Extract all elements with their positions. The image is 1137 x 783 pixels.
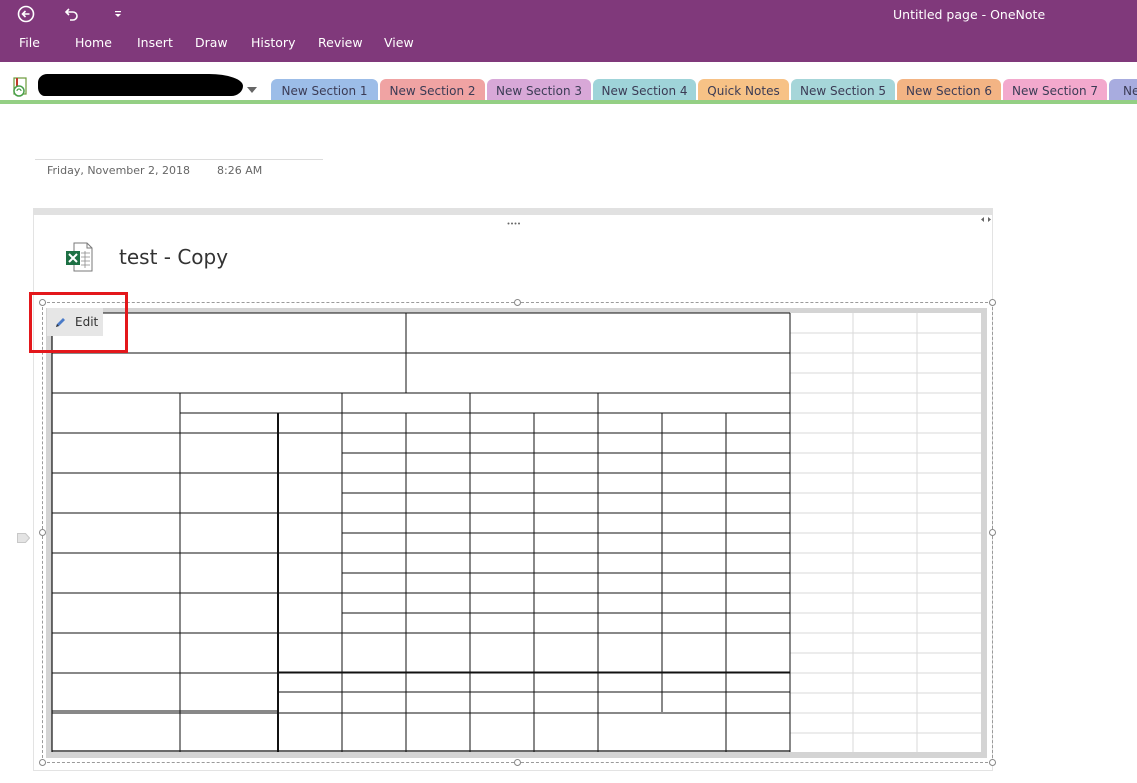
tab-quick-notes[interactable]: Quick Notes: [698, 79, 789, 100]
resize-handle-bottom[interactable]: [514, 759, 521, 766]
page-date: Friday, November 2, 2018: [47, 164, 191, 177]
tab-label: Quick Notes: [707, 83, 780, 98]
back-arrow-icon[interactable]: [14, 3, 38, 25]
title-underline: [35, 159, 323, 160]
customize-dropdown-icon[interactable]: [108, 3, 128, 25]
resize-handle-bottom-left[interactable]: [39, 759, 46, 766]
paragraph-handle-icon[interactable]: [17, 528, 31, 543]
spreadsheet-preview[interactable]: [46, 308, 987, 758]
tab-label: New Section 4: [601, 83, 688, 98]
excel-file-icon[interactable]: [65, 242, 93, 272]
notebook-bar: New Section 1 New Section 2 New Section …: [0, 62, 1137, 102]
tab-history[interactable]: History: [251, 35, 295, 50]
tab-label: New Section 2: [389, 83, 476, 98]
embedded-file-title[interactable]: test - Copy: [119, 245, 228, 269]
tab-section-8[interactable]: Ne: [1109, 79, 1137, 100]
tab-review[interactable]: Review: [318, 35, 363, 50]
tab-section-5[interactable]: New Section 5: [791, 79, 895, 100]
page-time: 8:26 AM: [217, 164, 263, 177]
notebook-underline: [0, 100, 1137, 104]
tab-draw[interactable]: Draw: [195, 35, 228, 50]
tab-section-3[interactable]: New Section 3: [487, 79, 591, 100]
tab-section-7[interactable]: New Section 7: [1003, 79, 1107, 100]
tab-label: Ne: [1123, 83, 1137, 98]
tab-home[interactable]: Home: [75, 35, 112, 50]
move-grip-icon[interactable]: [507, 210, 521, 225]
onenote-window: Untitled page - OneNote File Home Insert…: [0, 0, 1137, 783]
window-title: Untitled page - OneNote: [893, 7, 1046, 22]
tab-file[interactable]: File: [19, 35, 40, 50]
tab-label: New Section 6: [905, 83, 993, 98]
resize-width-icon[interactable]: [980, 208, 992, 222]
tab-insert[interactable]: Insert: [137, 35, 173, 50]
resize-handle-top[interactable]: [514, 299, 521, 306]
notebook-sync-icon[interactable]: [11, 76, 37, 98]
chevron-down-icon[interactable]: [246, 80, 258, 93]
tab-section-1[interactable]: New Section 1: [271, 79, 378, 100]
spreadsheet-grid: [51, 312, 981, 752]
title-bar: Untitled page - OneNote File Home Insert…: [0, 0, 1137, 62]
resize-handle-bottom-right[interactable]: [989, 759, 996, 766]
tab-section-6[interactable]: New Section 6: [897, 79, 1001, 100]
tab-label: New Section 5: [799, 83, 887, 98]
tab-label: New Section 3: [495, 83, 583, 98]
resize-handle-left[interactable]: [39, 529, 46, 536]
notebook-name-redacted[interactable]: [38, 74, 243, 96]
tab-view[interactable]: View: [384, 35, 414, 50]
tab-section-4[interactable]: New Section 4: [593, 79, 696, 100]
resize-handle-top-right[interactable]: [989, 299, 996, 306]
tab-label: New Section 7: [1011, 83, 1099, 98]
undo-icon[interactable]: [60, 3, 84, 25]
annotation-highlight-box: [29, 292, 128, 353]
tab-label: New Section 1: [281, 83, 368, 98]
tab-section-2[interactable]: New Section 2: [380, 79, 485, 100]
resize-handle-right[interactable]: [989, 529, 996, 536]
